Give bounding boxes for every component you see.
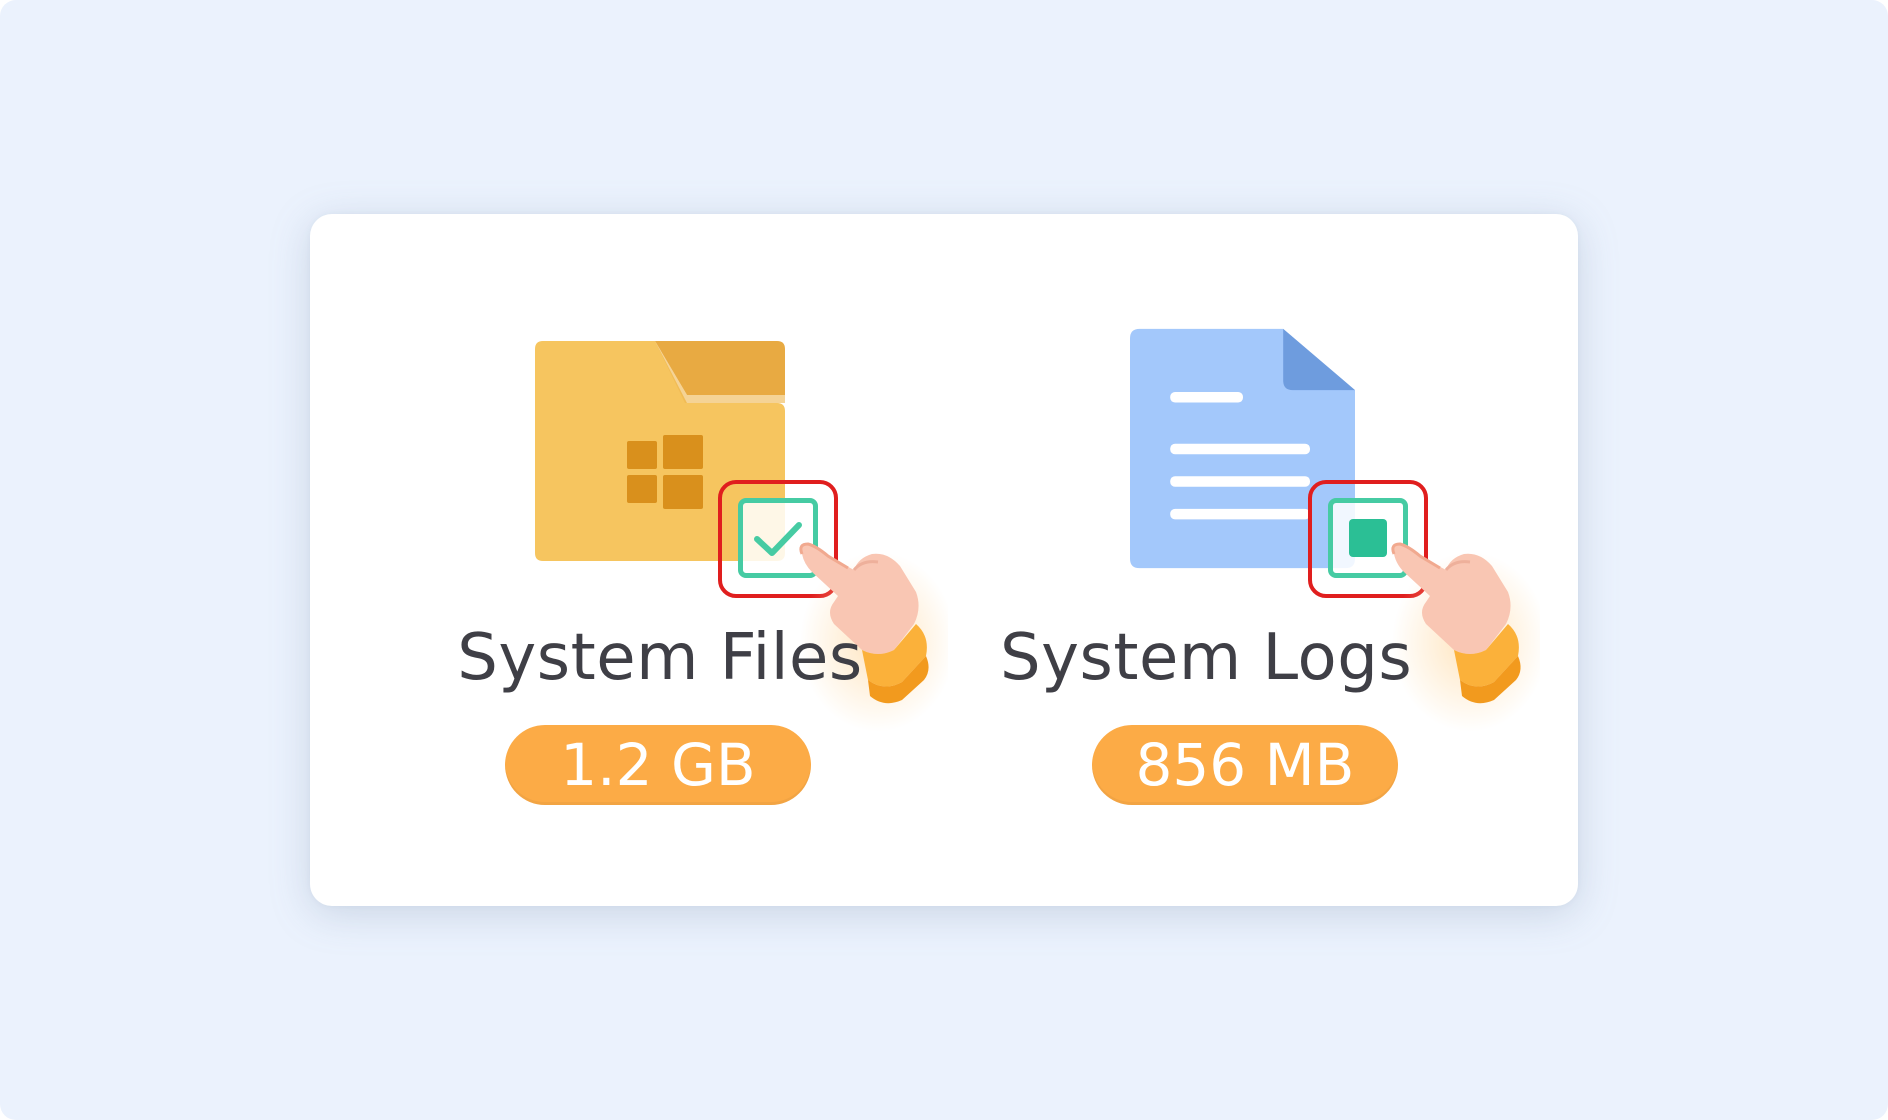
system-logs-label: System Logs (1000, 621, 1413, 695)
pointing-hand-icon (1391, 542, 1540, 732)
cleanup-card: System Files 1.2 GB System Logs 856 MB (310, 214, 1578, 906)
system-logs-size-badge: 856 MB (1092, 725, 1398, 805)
background-canvas: System Files 1.2 GB System Logs 856 MB (0, 0, 1888, 1120)
system-logs-item: System Logs 856 MB (310, 214, 1578, 906)
